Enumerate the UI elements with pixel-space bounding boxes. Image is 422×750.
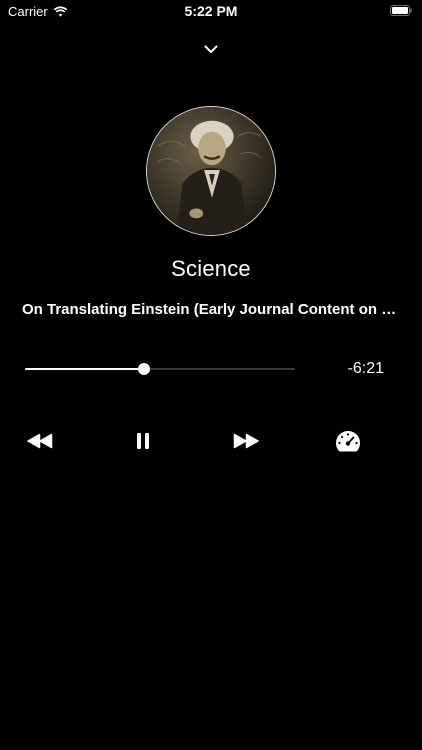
podcast-title: Science	[171, 256, 251, 281]
episode-title: On Translating Einstein (Early Journal C…	[22, 301, 402, 318]
fast-forward-button[interactable]	[231, 428, 261, 454]
chevron-down-icon	[204, 45, 218, 53]
time-remaining: -6:21	[347, 360, 384, 377]
fast-forward-icon	[233, 433, 259, 449]
progress-fill	[25, 368, 144, 370]
podcast-artwork	[146, 106, 276, 236]
progress-thumb[interactable]	[137, 363, 150, 375]
battery-icon	[390, 5, 412, 16]
speedometer-icon	[335, 430, 361, 452]
rewind-button[interactable]	[25, 428, 55, 454]
pause-icon	[137, 433, 149, 449]
status-bar: Carrier 5:22 PM	[0, 0, 422, 22]
pause-button[interactable]	[128, 428, 158, 454]
artwork-image	[147, 107, 275, 235]
playback-speed-button[interactable]	[333, 428, 363, 454]
playback-progress-slider[interactable]	[25, 363, 295, 375]
collapse-player-button[interactable]	[199, 38, 223, 60]
status-time: 5:22 PM	[184, 3, 238, 19]
rewind-icon	[27, 433, 53, 449]
